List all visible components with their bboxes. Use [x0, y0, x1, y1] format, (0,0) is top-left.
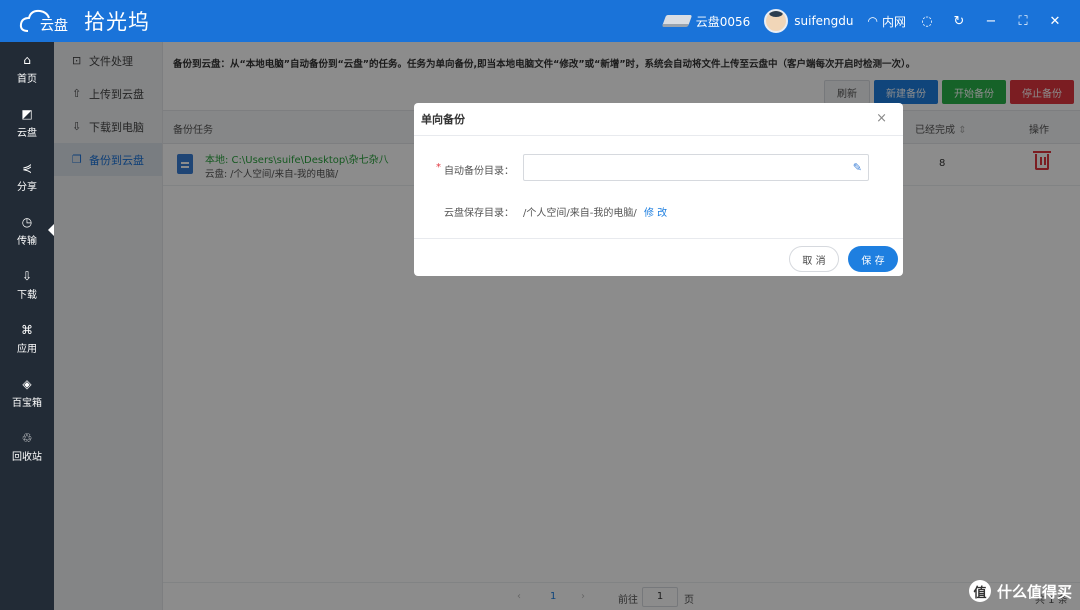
- nav-item-label: 分享: [17, 182, 37, 193]
- toolbox-icon: ◈: [22, 377, 32, 391]
- transfer-icon: ◷: [21, 215, 33, 229]
- sync-icon[interactable]: ↻: [948, 10, 970, 32]
- nav-item-6[interactable]: ◈ 百宝箱: [0, 366, 54, 420]
- backup-dialog: 单向备份 × * 自动备份目录： ✎ 云盘保存目录： /个人空间/来自-我的电脑…: [414, 103, 903, 276]
- nav-item-label: 云盘: [17, 128, 37, 139]
- watermark-text: 什么值得买: [996, 582, 1072, 601]
- nav-item-label: 传输: [17, 236, 37, 247]
- watermark: 值 什么值得买: [968, 580, 1072, 602]
- dest-dir-value: /个人空间/来自-我的电脑/: [523, 208, 637, 219]
- app-logo: 云盘 拾光坞: [0, 0, 150, 42]
- nav-item-1[interactable]: ◩ 云盘: [0, 96, 54, 150]
- device-name: 云盘0056: [695, 14, 751, 29]
- close-icon[interactable]: ✕: [1044, 10, 1066, 32]
- dialog-title: 单向备份: [421, 113, 465, 126]
- main-nav: ⌂ 首页 ◩ 云盘 ⋞ 分享 ◷ 传输 ⇩ 下载 ⌘ 应用 ◈ 百宝箱 ♲ 回收站: [0, 42, 54, 610]
- app-header: 云盘 拾光坞 云盘0056 suifengdu ◠ 内网 ◌ ↻ − ⛶ ✕: [0, 0, 1080, 42]
- nav-item-7[interactable]: ♲ 回收站: [0, 420, 54, 474]
- save-button[interactable]: 保 存: [848, 246, 898, 272]
- recycle-icon: ♲: [21, 431, 33, 445]
- wifi-icon: ◠: [867, 14, 878, 28]
- device-selector[interactable]: 云盘0056: [661, 13, 751, 30]
- home-icon: ⌂: [23, 53, 31, 67]
- minimize-icon[interactable]: −: [980, 10, 1002, 32]
- source-dir-label: 自动备份目录：: [444, 166, 514, 177]
- avatar: [764, 9, 789, 33]
- nav-item-0[interactable]: ⌂ 首页: [0, 42, 54, 96]
- cloud-logo-icon: 云盘: [18, 5, 78, 37]
- nav-item-label: 百宝箱: [12, 398, 42, 409]
- network-label: 内网: [881, 14, 906, 29]
- nav-item-label: 回收站: [12, 452, 42, 463]
- nav-item-5[interactable]: ⌘ 应用: [0, 312, 54, 366]
- nav-item-label: 下载: [17, 290, 37, 301]
- edit-pen-icon[interactable]: ✎: [853, 161, 862, 174]
- dialog-footer: 取 消 保 存: [414, 238, 903, 276]
- dest-dir-label: 云盘保存目录：: [444, 208, 514, 219]
- close-icon[interactable]: ×: [876, 111, 887, 126]
- user-menu[interactable]: suifengdu: [764, 9, 854, 33]
- maximize-icon[interactable]: ⛶: [1012, 10, 1034, 32]
- username: suifengdu: [794, 14, 854, 28]
- logo-cloud-text: 云盘: [40, 18, 68, 34]
- network-status[interactable]: ◠ 内网: [868, 13, 907, 30]
- share-icon: ⋞: [21, 161, 33, 175]
- nav-item-label: 首页: [17, 74, 37, 85]
- apps-icon: ⌘: [21, 323, 33, 337]
- nav-item-2[interactable]: ⋞ 分享: [0, 150, 54, 204]
- cancel-button[interactable]: 取 消: [789, 246, 839, 272]
- required-mark: *: [436, 162, 441, 173]
- nav-item-label: 应用: [17, 344, 37, 355]
- nav-item-4[interactable]: ⇩ 下载: [0, 258, 54, 312]
- download-icon: ⇩: [21, 269, 33, 283]
- source-dir-input[interactable]: ✎: [523, 154, 869, 181]
- modify-link[interactable]: 修 改: [644, 204, 667, 219]
- hard-drive-icon: [661, 15, 692, 27]
- cloud-disk-icon: ◩: [21, 107, 33, 121]
- bell-icon[interactable]: ◌: [916, 10, 938, 32]
- nav-item-3[interactable]: ◷ 传输: [0, 204, 54, 258]
- watermark-logo: 值: [968, 580, 991, 602]
- app-name: 拾光坞: [84, 10, 150, 34]
- dialog-header: 单向备份 ×: [414, 103, 903, 136]
